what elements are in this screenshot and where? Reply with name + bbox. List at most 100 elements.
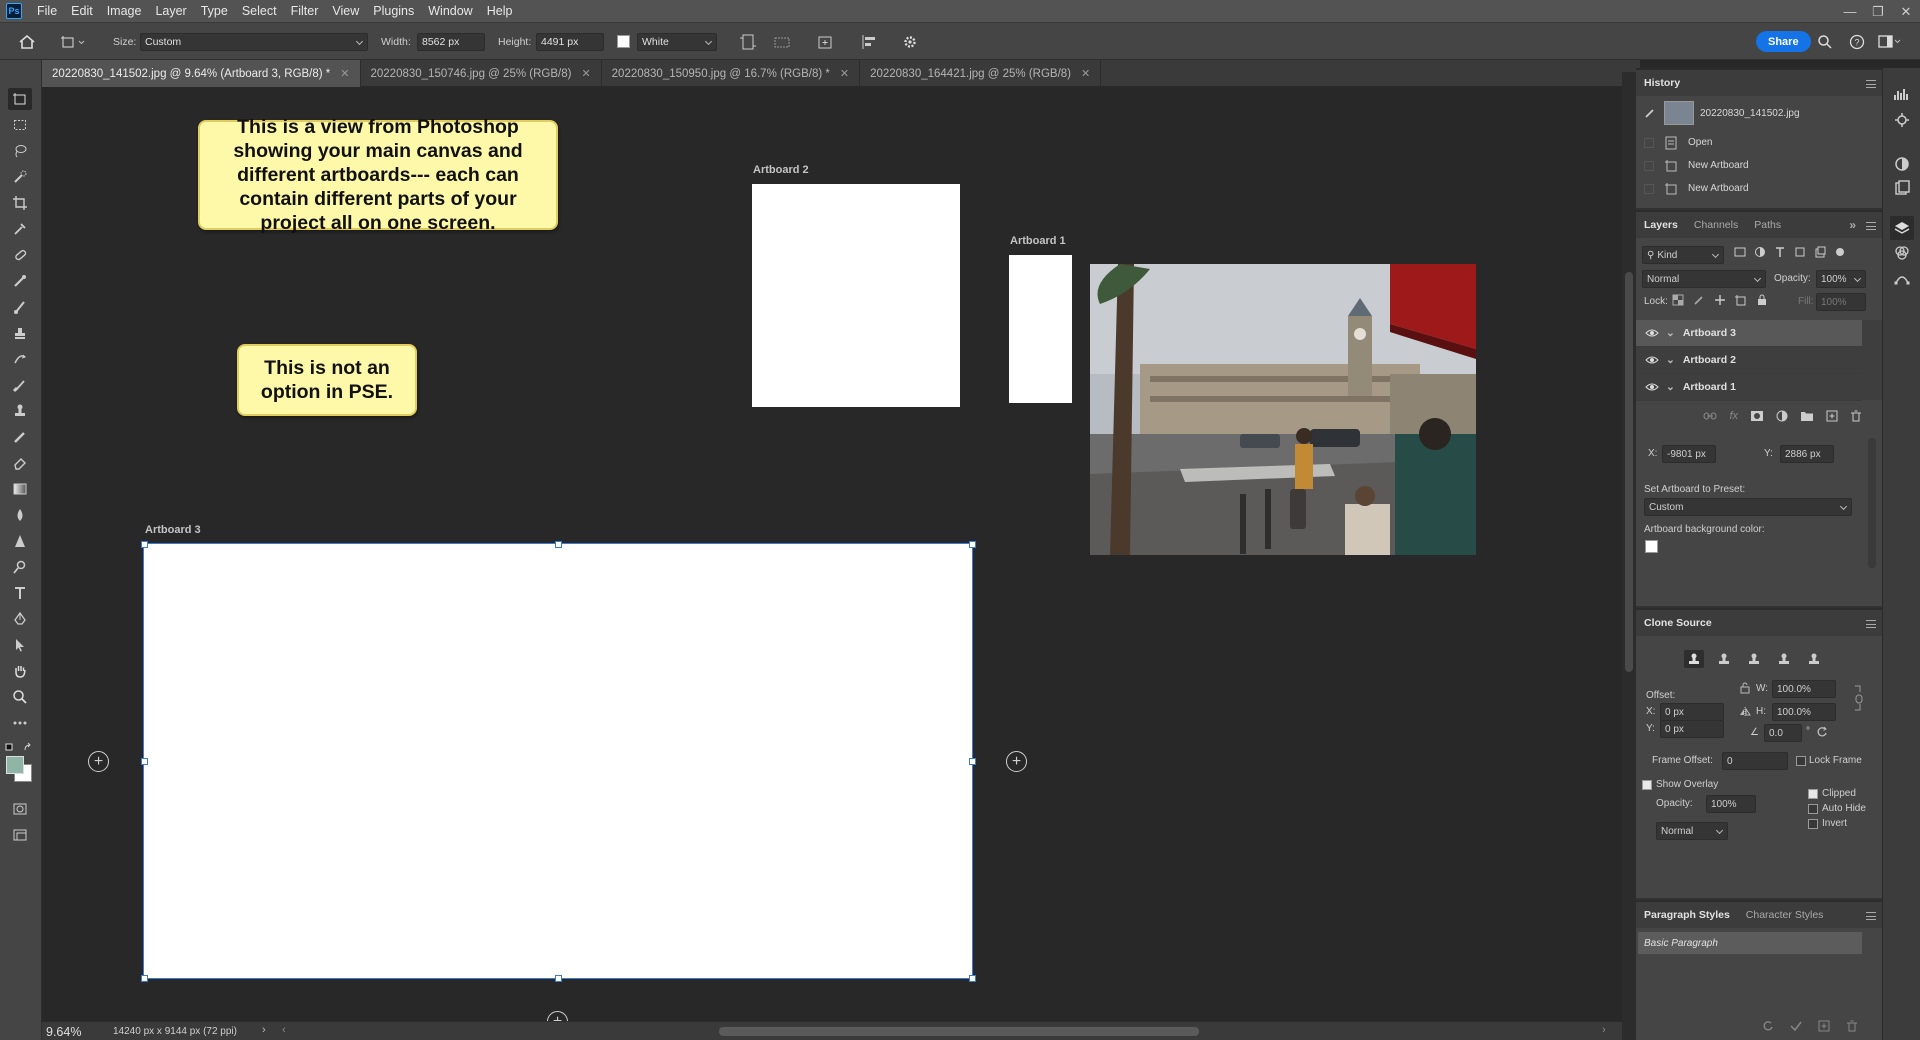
background-color-select[interactable]: White — [637, 32, 717, 51]
navigator-icon[interactable] — [1894, 112, 1910, 128]
panel-menu-icon[interactable] — [1866, 912, 1876, 920]
clone-y-input[interactable]: 0 px — [1660, 720, 1724, 738]
align-icon[interactable] — [860, 23, 878, 60]
filter-pixel-icon[interactable] — [1734, 246, 1746, 258]
add-artboard-icon[interactable] — [816, 23, 834, 60]
link-wh-icon[interactable] — [1854, 684, 1864, 712]
add-artboard-right-icon[interactable]: + — [1006, 751, 1027, 772]
landscape-icon[interactable] — [773, 23, 791, 60]
tab-paragraph-styles[interactable]: Paragraph Styles — [1644, 909, 1730, 921]
frame-offset-input[interactable]: 0 — [1722, 752, 1788, 770]
gradient-icon[interactable] — [8, 478, 32, 500]
clone-h-input[interactable]: 100.0% — [1772, 703, 1836, 721]
collapse-icon[interactable]: » — [1849, 218, 1856, 232]
healing-brush-icon[interactable] — [8, 270, 32, 292]
menu-plugins[interactable]: Plugins — [366, 0, 421, 23]
artboard-background-swatch[interactable] — [1645, 540, 1658, 553]
tab-layers[interactable]: Layers — [1644, 219, 1678, 231]
horizontal-scrollbar[interactable] — [719, 1027, 1199, 1036]
tab-document-3[interactable]: 20220830_150950.jpg @ 16.7% (RGB/8) * ✕ — [602, 60, 861, 87]
layer-opacity-input[interactable]: 100% — [1816, 270, 1866, 288]
clone-source-2-icon[interactable] — [1714, 650, 1734, 668]
artboard-2[interactable] — [752, 184, 960, 407]
menu-image[interactable]: Image — [100, 0, 149, 23]
filter-type-icon[interactable] — [1774, 246, 1786, 258]
type-tool-icon[interactable] — [8, 582, 32, 604]
visibility-eye-icon[interactable] — [1645, 382, 1659, 392]
resize-handle[interactable] — [969, 758, 976, 765]
status-arrow-icon[interactable]: › — [262, 1024, 266, 1036]
lock-all-icon[interactable] — [1756, 294, 1768, 306]
expand-chevron-icon[interactable]: ⌄ — [1666, 327, 1675, 339]
reset-transform-icon[interactable] — [1739, 682, 1751, 694]
filter-adjustment-icon[interactable] — [1754, 246, 1766, 258]
close-icon[interactable]: ✕ — [1892, 0, 1920, 23]
filter-shape-icon[interactable] — [1794, 246, 1806, 258]
paragraph-style-item[interactable]: Basic Paragraph — [1638, 932, 1862, 954]
vertical-scroll-thumb[interactable] — [1625, 272, 1633, 672]
artboard-2-label[interactable]: Artboard 2 — [753, 164, 809, 176]
fill-input[interactable]: 100% — [1816, 293, 1866, 311]
layer-row-artboard-2[interactable]: ⌄ Artboard 2 — [1636, 347, 1862, 374]
invert-checkbox[interactable]: Invert — [1808, 818, 1847, 829]
menu-view[interactable]: View — [325, 0, 366, 23]
share-button[interactable]: Share — [1756, 31, 1811, 52]
screen-mode-icon[interactable] — [8, 824, 32, 846]
commit-check-icon[interactable] — [1790, 1020, 1802, 1032]
expand-chevron-icon[interactable]: ⌄ — [1666, 381, 1675, 393]
layer-row-artboard-3[interactable]: ⌄ Artboard 3 — [1636, 320, 1862, 347]
lock-pixels-icon[interactable] — [1693, 294, 1705, 306]
scroll-left-icon[interactable]: ‹ — [282, 1024, 286, 1036]
lock-frame-checkbox[interactable]: Lock Frame — [1796, 755, 1862, 766]
stamp-icon[interactable] — [8, 400, 32, 422]
adjustment-layer-icon[interactable] — [1776, 410, 1788, 422]
portrait-icon[interactable] — [739, 23, 757, 60]
home-icon[interactable] — [18, 23, 36, 60]
new-layer-icon[interactable] — [1826, 410, 1838, 422]
menu-filter[interactable]: Filter — [284, 0, 326, 23]
artboard-3[interactable] — [143, 543, 973, 979]
vertical-scrollbar[interactable] — [1622, 72, 1636, 1040]
link-layers-icon[interactable] — [1703, 410, 1717, 422]
history-title[interactable]: History — [1644, 77, 1680, 89]
history-step[interactable]: New Artboard — [1636, 154, 1856, 177]
artboard-y-input[interactable]: 2886 px — [1780, 445, 1834, 463]
marquee-tool-icon[interactable] — [8, 114, 32, 136]
reset-rotation-icon[interactable] — [1816, 726, 1828, 738]
lock-position-icon[interactable] — [1714, 294, 1726, 306]
tab-channels[interactable]: Channels — [1694, 219, 1738, 231]
scroll-right-icon[interactable]: › — [1602, 1024, 1606, 1036]
add-artboard-left-icon[interactable]: + — [88, 751, 109, 772]
lasso-tool-icon[interactable] — [8, 140, 32, 162]
quick-selection-icon[interactable] — [8, 166, 32, 188]
menu-type[interactable]: Type — [194, 0, 235, 23]
visibility-eye-icon[interactable] — [1645, 355, 1659, 365]
brush-tool-icon[interactable] — [8, 296, 32, 318]
blur-drop-icon[interactable] — [8, 504, 32, 526]
clear-override-icon[interactable] — [1762, 1020, 1774, 1032]
sharpen-icon[interactable] — [8, 530, 32, 552]
clipped-checkbox[interactable]: Clipped — [1808, 788, 1856, 799]
minimize-icon[interactable]: — — [1836, 0, 1864, 23]
color-wheel-icon[interactable] — [1894, 156, 1910, 172]
new-group-icon[interactable] — [1800, 410, 1814, 422]
help-icon[interactable]: ? — [1849, 23, 1865, 60]
delete-layer-icon[interactable] — [1850, 410, 1862, 422]
spot-healing-icon[interactable] — [8, 244, 32, 266]
clone-source-3-icon[interactable] — [1744, 650, 1764, 668]
artboard-3-label[interactable]: Artboard 3 — [145, 524, 201, 536]
visibility-eye-icon[interactable] — [1645, 328, 1659, 338]
resize-handle[interactable] — [969, 541, 976, 548]
filter-smart-icon[interactable] — [1814, 246, 1826, 258]
menu-layer[interactable]: Layer — [148, 0, 193, 23]
clone-source-title[interactable]: Clone Source — [1644, 617, 1712, 629]
menu-window[interactable]: Window — [421, 0, 479, 23]
auto-hide-checkbox[interactable]: Auto Hide — [1808, 803, 1866, 814]
zoom-tool-icon[interactable] — [8, 686, 32, 708]
dodge-icon[interactable] — [8, 556, 32, 578]
clone-w-input[interactable]: 100.0% — [1772, 680, 1836, 698]
path-selection-icon[interactable] — [8, 634, 32, 656]
lock-artboard-icon[interactable] — [1735, 294, 1747, 306]
expand-chevron-icon[interactable]: ⌄ — [1666, 354, 1675, 366]
pen-tool-icon[interactable] — [8, 608, 32, 630]
